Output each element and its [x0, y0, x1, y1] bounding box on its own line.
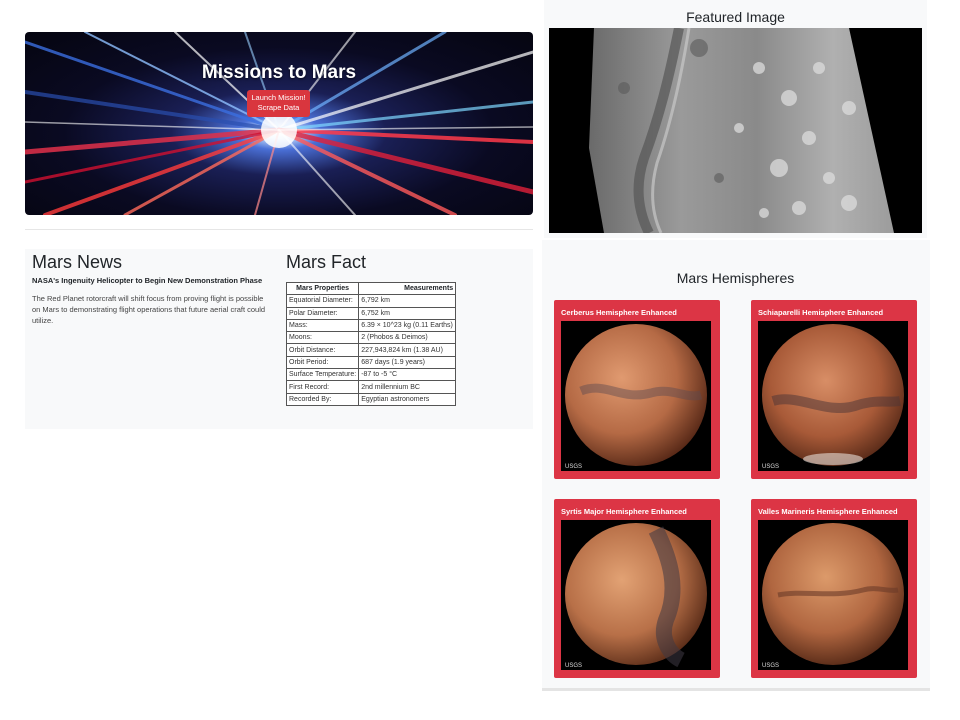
- info-panel: Mars News NASA's Ingenuity Helicopter to…: [25, 249, 533, 429]
- hemisphere-card-syrtis-major[interactable]: Syrtis Major Hemisphere Enhanced USGS: [554, 499, 720, 678]
- divider: [25, 229, 533, 230]
- featured-image[interactable]: [549, 28, 922, 233]
- featured-image-title: Featured Image: [686, 9, 785, 25]
- table-row: Polar Diameter: 6,752 km: [285, 306, 457, 320]
- hemisphere-card-schiaparelli[interactable]: Schiaparelli Hemisphere Enhanced USGS: [751, 300, 917, 479]
- table-row: Recorded By: Egyptian astronomers: [285, 392, 457, 406]
- value-cell: 6,792 km: [358, 294, 457, 308]
- value-cell: 2nd millennium BC: [358, 380, 457, 394]
- hemisphere-title: Cerberus Hemisphere Enhanced: [561, 308, 677, 317]
- hemisphere-image[interactable]: USGS: [561, 321, 711, 471]
- mars-surface-image: [589, 28, 894, 233]
- value-cell: 6,752 km: [358, 306, 457, 320]
- news-section-title: Mars News: [32, 252, 123, 272]
- page-title: Missions to Mars: [201, 62, 357, 83]
- property-cell: Surface Temperature:: [285, 368, 360, 382]
- table-row: Orbit Distance: 227,943,824 km (1.38 AU): [285, 343, 457, 357]
- value-cell: 6.39 × 10^23 kg (0.11 Earths): [358, 318, 457, 333]
- hemisphere-title: Schiaparelli Hemisphere Enhanced: [758, 308, 884, 317]
- value-cell: -87 to -5 °C: [358, 368, 457, 382]
- hemisphere-image[interactable]: USGS: [758, 321, 908, 471]
- hemisphere-title: Valles Marineris Hemisphere Enhanced: [758, 507, 898, 516]
- table-header-row: Mars Properties Measurements: [285, 281, 457, 296]
- property-cell: Mass:: [285, 318, 360, 333]
- hyperspace-background: [25, 32, 533, 215]
- hemisphere-image[interactable]: USGS: [758, 520, 908, 670]
- usgs-logo: USGS: [565, 663, 582, 669]
- table-row: Moons: 2 (Phobos & Deimos): [285, 331, 457, 345]
- property-cell: Equatorial Diameter:: [285, 294, 360, 308]
- hemisphere-card-valles-marineris[interactable]: Valles Marineris Hemisphere Enhanced USG…: [751, 499, 917, 678]
- property-cell: Polar Diameter:: [285, 306, 360, 320]
- mars-facts-table: Mars Properties Measurements Equatorial …: [285, 281, 457, 406]
- value-cell: 227,943,824 km (1.38 AU): [358, 343, 457, 357]
- value-cell: Egyptian astronomers: [358, 392, 457, 406]
- value-cell: 687 days (1.9 years): [358, 355, 457, 370]
- table-row: Equatorial Diameter: 6,792 km: [285, 294, 457, 308]
- launch-mission-button[interactable]: Launch Mission! Scrape Data: [247, 90, 310, 117]
- property-cell: Recorded By:: [285, 392, 360, 406]
- column-header-properties: Mars Properties: [285, 281, 360, 296]
- property-cell: Orbit Period:: [285, 355, 360, 370]
- usgs-logo: USGS: [762, 663, 779, 669]
- column-header-measurements: Measurements: [358, 281, 457, 296]
- news-body: The Red Planet rotorcraft will shift foc…: [32, 294, 266, 325]
- property-cell: Moons:: [285, 331, 360, 345]
- value-cell: 2 (Phobos & Deimos): [358, 331, 457, 345]
- hemispheres-title: Mars Hemispheres: [676, 270, 795, 286]
- news-headline: NASA's Ingenuity Helicopter to Begin New…: [32, 276, 263, 285]
- featured-panel: Featured Image: [544, 0, 927, 238]
- table-row: Surface Temperature: -87 to -5 °C: [285, 368, 457, 382]
- table-row: First Record: 2nd millennium BC: [285, 380, 457, 394]
- hemisphere-card-cerberus[interactable]: Cerberus Hemisphere Enhanced USGS: [554, 300, 720, 479]
- table-row: Orbit Period: 687 days (1.9 years): [285, 355, 457, 370]
- hemispheres-panel: Mars Hemispheres Cerberus Hemisphere Enh…: [542, 240, 930, 691]
- property-cell: First Record:: [285, 380, 360, 394]
- hemisphere-title: Syrtis Major Hemisphere Enhanced: [561, 507, 687, 516]
- usgs-logo: USGS: [565, 464, 582, 470]
- launch-button-line1: Launch Mission!: [251, 93, 306, 102]
- hero-banner: Missions to Mars Launch Mission! Scrape …: [25, 32, 533, 215]
- hemisphere-image[interactable]: USGS: [561, 520, 711, 670]
- table-row: Mass: 6.39 × 10^23 kg (0.11 Earths): [285, 318, 457, 333]
- usgs-logo: USGS: [762, 464, 779, 470]
- facts-section-title: Mars Fact: [286, 252, 367, 272]
- property-cell: Orbit Distance:: [285, 343, 360, 357]
- launch-button-line2: Scrape Data: [257, 103, 300, 112]
